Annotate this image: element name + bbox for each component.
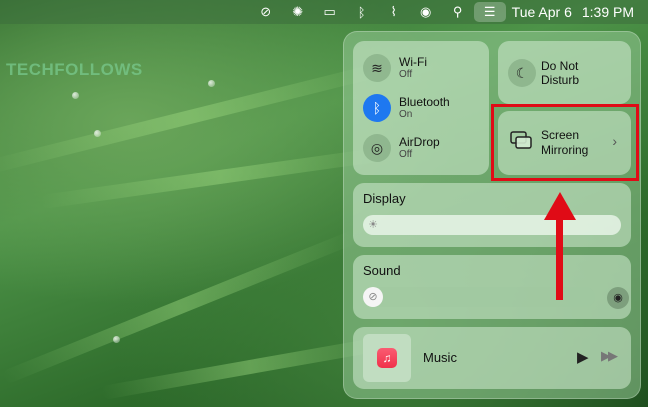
sound-title: Sound (363, 263, 401, 278)
do-not-disturb-label: Do Not Disturb (541, 59, 580, 87)
music-label: Music (423, 350, 457, 365)
play-icon[interactable]: ▶ (577, 348, 589, 366)
screen-mirroring-highlight-box (491, 104, 639, 181)
airdrop-toggle[interactable]: ◎ AirDrop Off (363, 134, 440, 162)
now-playing-tile: ♫ Music ▶ ▶▶ (353, 327, 631, 389)
bluetooth-status: On (399, 108, 413, 120)
user-icon[interactable]: ◉ (410, 4, 442, 20)
bluetooth-icon[interactable]: ᛒ (346, 5, 378, 20)
water-drop (72, 92, 79, 99)
wifi-icon: ≋ (363, 54, 391, 82)
airplay-audio-icon[interactable]: ◉ (607, 287, 629, 309)
control-center-panel: ≋ Wi-Fi Off ᛒ Bluetooth On ◎ AirDrop Off… (343, 31, 641, 399)
annotation-arrow-shaft (556, 214, 563, 300)
menubar-time[interactable]: 1:39 PM (582, 4, 634, 20)
wifi-off-icon[interactable]: ⌇ (378, 4, 410, 20)
menubar-date[interactable]: Tue Apr 6 (512, 4, 572, 20)
speaker-muted-icon: ⊘ (363, 287, 383, 307)
search-icon[interactable]: ⚲ (442, 4, 474, 20)
sound-tile: Sound ⊘ ◉ (353, 255, 631, 319)
display-tile: Display ☀ (353, 183, 631, 247)
display-title: Display (363, 191, 406, 206)
gear-icon[interactable]: ✺ (282, 4, 314, 20)
no-sound-icon[interactable]: ⊘ (250, 4, 282, 20)
control-center-icon[interactable]: ☰ (473, 2, 506, 22)
airdrop-status: Off (399, 148, 413, 160)
water-drop (208, 80, 215, 87)
fast-forward-icon[interactable]: ▶▶ (601, 348, 618, 364)
wifi-toggle[interactable]: ≋ Wi-Fi Off (363, 54, 427, 82)
water-drop (94, 130, 101, 137)
display-icon[interactable]: ▭ (314, 4, 346, 20)
bluetooth-icon: ᛒ (363, 94, 391, 122)
airdrop-icon: ◎ (363, 134, 391, 162)
connectivity-tile: ≋ Wi-Fi Off ᛒ Bluetooth On ◎ AirDrop Off (353, 41, 489, 175)
airdrop-label: AirDrop (399, 134, 440, 149)
album-art[interactable]: ♫ (363, 334, 411, 382)
moon-icon: ☾ (508, 59, 536, 87)
display-brightness-slider[interactable]: ☀ (363, 215, 621, 235)
do-not-disturb-tile[interactable]: ☾ Do Not Disturb (498, 41, 631, 104)
menu-bar: ⊘ ✺ ▭ ᛒ ⌇ ◉ ⚲ ☰ Tue Apr 6 1:39 PM (0, 0, 648, 24)
wifi-label: Wi-Fi (399, 54, 427, 69)
water-drop (113, 336, 120, 343)
wifi-status: Off (399, 68, 413, 80)
watermark: TECHFOLLOWS (6, 60, 143, 79)
sun-icon: ☀ (368, 219, 378, 231)
bluetooth-label: Bluetooth (399, 94, 450, 109)
music-note-icon: ♫ (377, 348, 397, 368)
bluetooth-toggle[interactable]: ᛒ Bluetooth On (363, 94, 450, 122)
